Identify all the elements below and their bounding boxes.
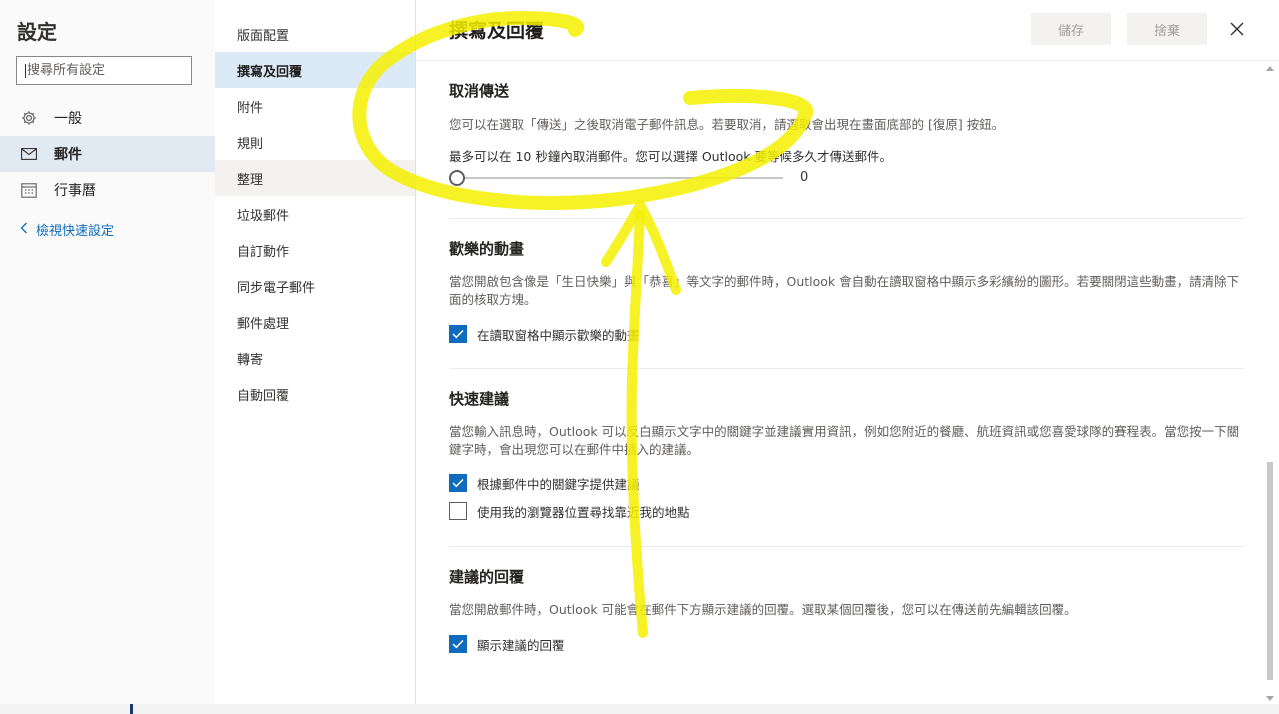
sidebar-item-general[interactable]: 一般	[0, 100, 215, 136]
quick-settings-link[interactable]: 檢視快速設定	[20, 220, 114, 239]
scroll-down-icon[interactable]	[1266, 696, 1274, 701]
quick-settings-label: 檢視快速設定	[36, 224, 115, 239]
slider-thumb[interactable]	[449, 170, 465, 186]
vertical-scrollbar[interactable]	[1262, 62, 1279, 714]
suggested-replies-section: 建議的回覆 當您開啟郵件時，Outlook 可能會在郵件下方顯示建議的回覆。選取…	[449, 566, 1244, 654]
save-button[interactable]: 儲存	[1031, 13, 1111, 45]
nav-item-junk[interactable]: 垃圾郵件	[215, 196, 415, 232]
discard-button[interactable]: 捨棄	[1127, 13, 1207, 45]
nav-item-sync-email[interactable]: 同步電子郵件	[215, 268, 415, 304]
settings-sidebar: 設定 搜尋所有設定 一般 郵件 行事曆 檢視快速設定	[0, 0, 215, 714]
mail-icon	[20, 145, 38, 163]
sidebar-item-calendar[interactable]: 行事曆	[0, 172, 215, 208]
sidebar-item-label: 一般	[54, 111, 82, 127]
suggestions-keyword-row[interactable]: 根據郵件中的關鍵字提供建議	[449, 473, 1244, 493]
background-window-strip	[0, 704, 1279, 714]
gear-icon	[20, 109, 38, 127]
scrollbar-thumb[interactable]	[1267, 462, 1273, 680]
checkbox-label: 根據郵件中的關鍵字提供建議	[477, 476, 640, 492]
checkmark-icon	[452, 329, 464, 339]
mail-nav-list: 版面配置 撰寫及回覆 附件 規則 整理 垃圾郵件 自訂動作 同步電子郵件 郵件處…	[215, 16, 415, 412]
nav-item-auto-replies[interactable]: 自動回覆	[215, 376, 415, 412]
text-caret	[25, 63, 26, 78]
undo-send-slider[interactable]	[449, 170, 789, 186]
sidebar-item-label: 行事曆	[54, 183, 96, 199]
header-divider	[416, 60, 1279, 61]
suggestions-location-row[interactable]: 使用我的瀏覽器位置尋找靠近我的地點	[449, 501, 1244, 521]
sidebar-item-mail[interactable]: 郵件	[0, 136, 215, 172]
settings-title: 設定	[17, 20, 57, 44]
search-input[interactable]: 搜尋所有設定	[16, 56, 192, 85]
nav-item-attachments[interactable]: 附件	[215, 88, 415, 124]
section-description: 當您輸入訊息時，Outlook 可以反白顯示文字中的關鍵字並建議實用資訊，例如您…	[449, 424, 1240, 457]
nav-item-message-handling[interactable]: 郵件處理	[215, 304, 415, 340]
checkbox-checked[interactable]	[449, 635, 467, 653]
section-divider	[449, 218, 1244, 219]
nav-item-custom-actions[interactable]: 自訂動作	[215, 232, 415, 268]
celebration-checkbox-row[interactable]: 在讀取窗格中顯示歡樂的動畫	[449, 324, 1244, 344]
section-description: 您可以在選取「傳送」之後取消電子郵件訊息。若要取消，請選取會出現在畫面底部的 […	[449, 117, 1005, 132]
section-divider	[449, 546, 1244, 547]
calendar-icon	[20, 181, 38, 199]
checkbox-label: 顯示建議的回覆	[477, 637, 565, 653]
section-heading: 快速建議	[449, 390, 510, 408]
section-heading: 歡樂的動畫	[449, 240, 525, 258]
mail-settings-nav: 版面配置 撰寫及回覆 附件 規則 整理 垃圾郵件 自訂動作 同步電子郵件 郵件處…	[215, 0, 416, 714]
background-accent-bar	[130, 704, 133, 714]
section-description: 當您開啟包含像是「生日快樂」與「恭喜」等文字的郵件時，Outlook 會自動在讀…	[449, 274, 1240, 307]
checkbox-unchecked[interactable]	[449, 502, 467, 520]
checkmark-icon	[452, 478, 464, 488]
checkmark-icon	[452, 639, 464, 649]
section-divider	[449, 368, 1244, 369]
checkbox-checked[interactable]	[449, 325, 467, 343]
suggestions-section: 快速建議 當您輸入訊息時，Outlook 可以反白顯示文字中的關鍵字並建議實用資…	[449, 388, 1244, 521]
sidebar-item-label: 郵件	[54, 147, 82, 163]
search-placeholder: 搜尋所有設定	[27, 63, 106, 78]
close-icon[interactable]	[1226, 18, 1248, 40]
undo-send-section: 取消傳送 您可以在選取「傳送」之後取消電子郵件訊息。若要取消，請選取會出現在畫面…	[449, 80, 1244, 166]
page-title: 撰寫及回覆	[449, 20, 545, 42]
section-description: 當您開啟郵件時，Outlook 可能會在郵件下方顯示建議的回覆。選取某個回覆後，…	[449, 602, 1077, 617]
suggested-replies-row[interactable]: 顯示建議的回覆	[449, 634, 1244, 654]
celebration-section: 歡樂的動畫 當您開啟包含像是「生日快樂」與「恭喜」等文字的郵件時，Outlook…	[449, 238, 1244, 344]
checkbox-checked[interactable]	[449, 474, 467, 492]
slider-value: 0	[800, 170, 809, 185]
scroll-up-icon[interactable]	[1266, 66, 1274, 71]
nav-item-compose-reply[interactable]: 撰寫及回覆	[215, 52, 415, 88]
undo-limit-text: 最多可以在 10 秒鐘內取消郵件。您可以選擇 Outlook 要等候多久才傳送郵…	[449, 149, 892, 164]
nav-item-forwarding[interactable]: 轉寄	[215, 340, 415, 376]
checkbox-label: 在讀取窗格中顯示歡樂的動畫	[477, 327, 640, 343]
checkbox-label: 使用我的瀏覽器位置尋找靠近我的地點	[477, 504, 690, 520]
nav-item-layout[interactable]: 版面配置	[215, 16, 415, 52]
settings-category-nav: 一般 郵件 行事曆	[0, 100, 215, 208]
section-heading: 取消傳送	[449, 82, 510, 100]
chevron-left-icon	[20, 222, 28, 238]
nav-item-sweep[interactable]: 整理	[215, 160, 415, 196]
slider-track	[455, 177, 783, 179]
section-heading: 建議的回覆	[449, 568, 525, 586]
settings-pane: 撰寫及回覆 儲存 捨棄 取消傳送 您可以在選取「傳送」之後取消電子郵件訊息。若要…	[416, 0, 1279, 714]
nav-item-rules[interactable]: 規則	[215, 124, 415, 160]
